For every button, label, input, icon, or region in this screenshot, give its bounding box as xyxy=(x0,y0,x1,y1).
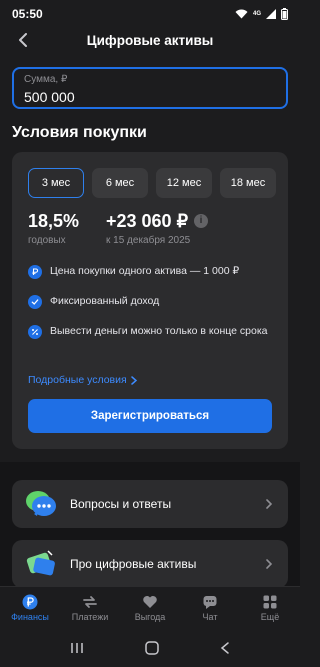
money-tag-icon xyxy=(24,547,58,581)
tab-label: Ещё xyxy=(260,611,280,622)
back-button[interactable] xyxy=(12,29,34,51)
feature-text: Цена покупки одного актива — 1 000 ₽ xyxy=(50,265,240,277)
wifi-icon xyxy=(235,9,248,19)
faq-item[interactable]: Вопросы и ответы xyxy=(12,480,288,528)
rate-value: 18,5% xyxy=(28,211,80,231)
tab-chat[interactable]: Чат xyxy=(180,587,240,628)
status-time: 05:50 xyxy=(12,7,43,21)
bottom-tab-bar: Финансы Платежи Выгода Чат Ещё xyxy=(0,586,300,628)
chat-bubbles-icon xyxy=(24,487,58,521)
register-button[interactable]: Зарегистрироваться xyxy=(28,399,272,433)
term-option-12[interactable]: 12 мес xyxy=(156,168,212,198)
home-icon[interactable] xyxy=(144,640,160,656)
rate-block: 18,5% годовых xyxy=(28,210,79,246)
term-option-18[interactable]: 18 мес xyxy=(220,168,276,198)
arrows-icon xyxy=(83,595,97,608)
tab-label: Платежи xyxy=(71,611,109,622)
rate-caption: годовых xyxy=(28,235,66,246)
network-label: 4G xyxy=(252,11,261,17)
tab-benefits[interactable]: Выгода xyxy=(120,587,180,628)
chevron-left-icon xyxy=(19,33,27,47)
faq-label: Вопросы и ответы xyxy=(70,497,172,511)
feature-item: Цена покупки одного актива — 1 000 ₽ xyxy=(28,264,276,279)
feature-item: Фиксированный доход xyxy=(28,294,276,309)
details-link[interactable]: Подробные условия xyxy=(28,374,137,386)
chat-icon xyxy=(203,595,217,609)
about-label: Про цифровые активы xyxy=(70,557,197,571)
status-bar: 05:50 4G xyxy=(0,0,300,28)
term-option-6[interactable]: 6 мес xyxy=(92,168,148,198)
amount-label: Сумма, ₽ xyxy=(24,74,68,85)
tab-more[interactable]: Ещё xyxy=(240,587,300,628)
ruble-icon xyxy=(22,594,38,609)
details-link-label: Подробные условия xyxy=(28,374,127,386)
battery-icon xyxy=(281,8,288,20)
tab-label: Чат xyxy=(202,611,218,622)
grid-icon xyxy=(263,595,277,608)
income-row: +23 060 ₽ i xyxy=(106,210,209,232)
feature-text: Фиксированный доход xyxy=(50,295,160,307)
tab-label: Финансы xyxy=(11,611,49,622)
income-caption: к 15 декабря 2025 xyxy=(106,235,191,246)
tab-label: Выгода xyxy=(134,611,166,622)
percent-icon xyxy=(28,325,42,339)
term-option-3[interactable]: 3 мес xyxy=(28,168,84,198)
page-title: Цифровые активы xyxy=(86,32,214,48)
features-list: Цена покупки одного актива — 1 000 ₽ Фик… xyxy=(28,264,276,354)
chevron-right-icon xyxy=(266,499,273,509)
system-navigation-bar xyxy=(0,628,300,667)
feature-text: Вывести деньги можно только в конце срок… xyxy=(50,325,268,337)
income-value: +23 060 ₽ xyxy=(106,211,189,231)
about-digital-assets-item[interactable]: Про цифровые активы xyxy=(12,540,288,588)
feature-item: Вывести деньги можно только в конце срок… xyxy=(28,324,276,339)
chevron-right-icon xyxy=(130,375,137,385)
recent-apps-icon[interactable] xyxy=(69,641,85,655)
section-title: Условия покупки xyxy=(12,124,147,141)
amount-value[interactable]: 500 000 xyxy=(24,89,276,105)
amount-input[interactable]: Сумма, ₽ 500 000 xyxy=(12,67,288,109)
income-block: +23 060 ₽ i к 15 декабря 2025 xyxy=(106,210,209,246)
back-nav-icon[interactable] xyxy=(219,641,231,655)
status-icons: 4G xyxy=(235,8,288,20)
ruble-coin-icon xyxy=(28,265,42,279)
tab-payments[interactable]: Платежи xyxy=(60,587,120,628)
chevron-right-icon xyxy=(266,559,273,569)
top-bar: Цифровые активы xyxy=(0,28,300,52)
purchase-conditions-card: 3 мес 6 мес 12 мес 18 мес 18,5% годовых … xyxy=(12,152,288,449)
term-selector: 3 мес 6 мес 12 мес 18 мес xyxy=(28,168,276,198)
info-icon[interactable]: i xyxy=(194,214,209,228)
tab-finances[interactable]: Финансы xyxy=(0,587,60,628)
heart-icon xyxy=(143,595,157,608)
signal-icon xyxy=(266,9,276,19)
check-icon xyxy=(28,295,42,309)
